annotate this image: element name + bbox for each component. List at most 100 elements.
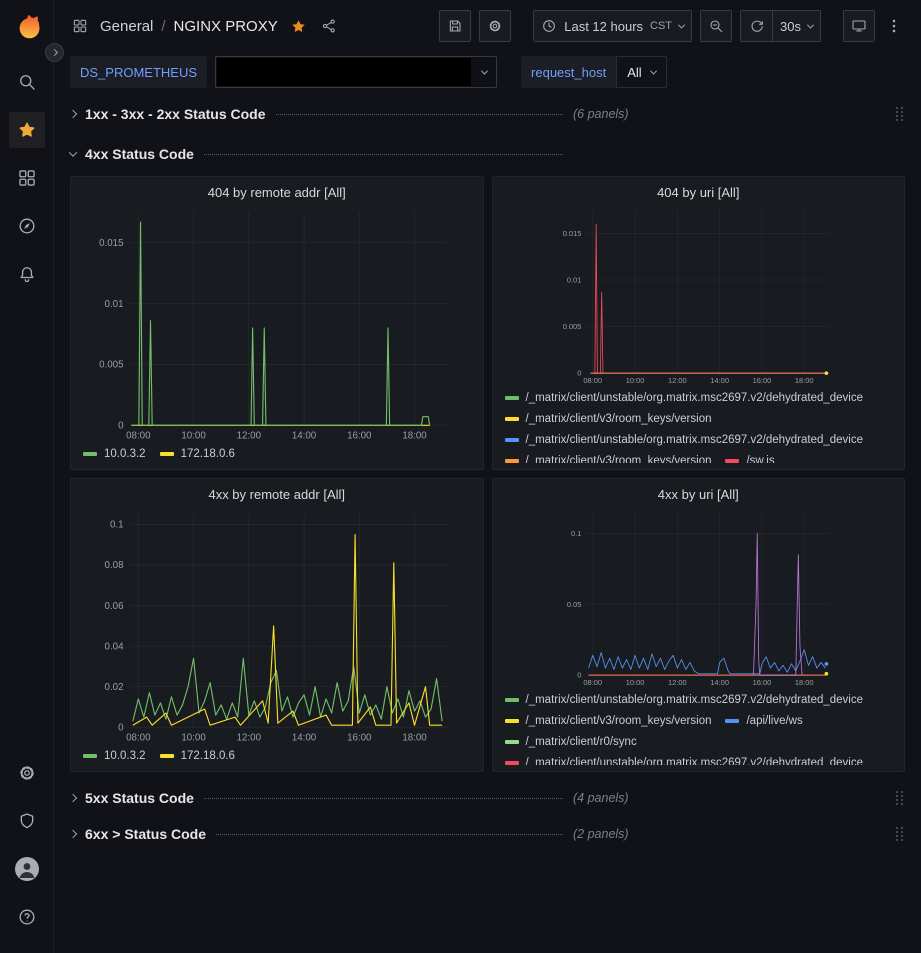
row-6xx-status-code[interactable]: 6xx > Status Code (2 panels) [70,820,905,848]
legend-item[interactable]: /_matrix/client/unstable/org.matrix.msc2… [505,691,864,709]
legend-label: 172.18.0.6 [181,750,235,762]
y-axis-tick-label: 0.015 [99,238,124,249]
favorite-star-button[interactable] [288,16,309,37]
legend-item[interactable]: 172.18.0.6 [160,747,235,765]
search-button[interactable] [9,64,45,100]
legend-item[interactable]: /_matrix/client/r0/sync [505,733,637,751]
x-axis-tick-label: 18:00 [402,732,427,743]
row-5xx-status-code[interactable]: 5xx Status Code (4 panels) [70,784,905,812]
cycle-view-mode-button[interactable] [843,10,875,42]
request-host-value: All [627,65,641,80]
x-axis-tick-label: 16:00 [752,678,771,687]
series-end-dot [824,662,828,666]
explore-button[interactable] [9,208,45,244]
share-dashboard-button[interactable] [319,16,339,36]
apps-grid-icon [17,168,37,188]
y-axis-tick-label: 0.04 [105,641,125,652]
series-line [588,650,825,674]
chevron-down-icon [650,67,657,74]
y-axis-tick-label: 0.015 [562,229,581,238]
star-filled-icon [290,18,307,35]
row-title[interactable]: 4xx Status Code [85,146,194,162]
breadcrumb-section[interactable]: General [100,18,153,35]
legend-label: /_matrix/client/unstable/org.matrix.msc2… [526,694,864,706]
legend-item[interactable]: /api/live/ws [725,712,802,730]
chart-area: 08:0010:0012:0014:0016:0018:0000.020.040… [79,505,475,744]
row-4xx-status-code[interactable]: 4xx Status Code [70,140,905,168]
time-series-chart[interactable]: 08:0010:0012:0014:0016:0018:0000.0050.01… [501,203,897,386]
save-icon [447,18,463,34]
gear-icon [487,18,503,34]
save-dashboard-button[interactable] [439,10,471,42]
legend-item[interactable]: 172.18.0.6 [160,445,235,463]
panel-title[interactable]: 4xx by remote addr [All] [79,483,475,505]
refresh-button[interactable] [740,10,772,42]
server-admin-button[interactable] [9,803,45,839]
user-profile-button[interactable] [9,851,45,887]
x-axis-tick-label: 12:00 [237,430,262,441]
grafana-flame-icon [11,10,43,42]
legend-item[interactable]: /_matrix/client/v3/room_keys/version [505,410,712,428]
legend-item[interactable]: 10.0.3.2 [83,445,146,463]
dashboard-settings-button[interactable] [479,10,511,42]
time-series-chart[interactable]: 08:0010:0012:0014:0016:0018:0000.020.040… [79,505,475,744]
x-axis-tick-label: 18:00 [402,430,427,441]
legend-item[interactable]: /_matrix/client/v3/room_keys/version [505,452,712,463]
legend-color-marker [725,459,739,463]
legend-label: /_matrix/client/v3/room_keys/version [526,715,712,727]
legend-item[interactable]: /_matrix/client/unstable/org.matrix.msc2… [505,389,864,407]
help-button[interactable] [9,899,45,935]
panel-title[interactable]: 404 by remote addr [All] [79,181,475,203]
sidebar [0,0,54,953]
more-options-button[interactable] [883,17,905,35]
panel-title[interactable]: 4xx by uri [All] [501,483,897,505]
sidebar-expand-button[interactable] [45,43,64,62]
time-series-chart[interactable]: 08:0010:0012:0014:0016:0018:0000.0050.01… [79,203,475,442]
legend-item[interactable]: /_matrix/client/unstable/org.matrix.msc2… [505,431,864,449]
starred-dashboards-button[interactable] [9,112,45,148]
variable-label-datasource[interactable]: DS_PROMETHEUS [70,56,207,88]
variables-bar: DS_PROMETHEUS request_host All [54,52,921,92]
row-title[interactable]: 1xx - 3xx - 2xx Status Code [85,106,266,122]
alerting-button[interactable] [9,256,45,292]
redacted-value [217,58,471,86]
legend-color-marker [160,754,174,758]
legend-item[interactable]: /_matrix/client/v3/room_keys/version [505,712,712,730]
panel-title[interactable]: 404 by uri [All] [501,181,897,203]
time-range-picker[interactable]: Last 12 hours CST [533,10,692,42]
variable-label-request-host[interactable]: request_host [521,56,616,88]
dashboards-button[interactable] [9,160,45,196]
x-axis-tick-label: 08:00 [126,430,151,441]
chevron-down-icon [678,21,685,28]
row-title[interactable]: 6xx > Status Code [85,826,206,842]
zoom-out-time-button[interactable] [700,10,732,42]
x-axis-tick-label: 14:00 [292,732,317,743]
legend-label: /api/live/ws [746,715,802,727]
legend-item[interactable]: 10.0.3.2 [83,747,146,765]
legend-label: /_matrix/client/unstable/org.matrix.msc2… [526,757,864,765]
dotted-leader [276,114,563,115]
dashboards-grid-icon [70,16,90,36]
row-title-wrap: 6xx > Status Code [85,826,573,842]
chevron-right-icon [69,110,77,118]
row-title[interactable]: 5xx Status Code [85,790,194,806]
legend-color-marker [505,459,519,463]
refresh-interval-dropdown[interactable]: 30s [772,10,821,42]
row-drag-handle[interactable] [896,827,903,842]
request-host-select[interactable]: All [616,56,666,88]
row-1xx-3xx-2xx-status-code[interactable]: 1xx - 3xx - 2xx Status Code (6 panels) [70,100,905,128]
grafana-logo[interactable] [11,10,43,42]
search-icon [17,72,37,92]
row-title-wrap: 5xx Status Code [85,790,573,806]
datasource-select[interactable] [215,56,497,88]
legend-item[interactable]: /sw.js [725,452,774,463]
x-axis-tick-label: 12:00 [668,678,687,687]
legend-label: 10.0.3.2 [104,750,146,762]
time-series-chart[interactable]: 08:0010:0012:0014:0016:0018:0000.050.1 [501,505,897,688]
legend-item[interactable]: /_matrix/client/unstable/org.matrix.msc2… [505,754,864,765]
configuration-button[interactable] [9,755,45,791]
row-drag-handle[interactable] [896,107,903,122]
grafana-app: General / NGINX PROXY Last [0,0,921,953]
row-drag-handle[interactable] [896,791,903,806]
legend-color-marker [505,396,519,400]
